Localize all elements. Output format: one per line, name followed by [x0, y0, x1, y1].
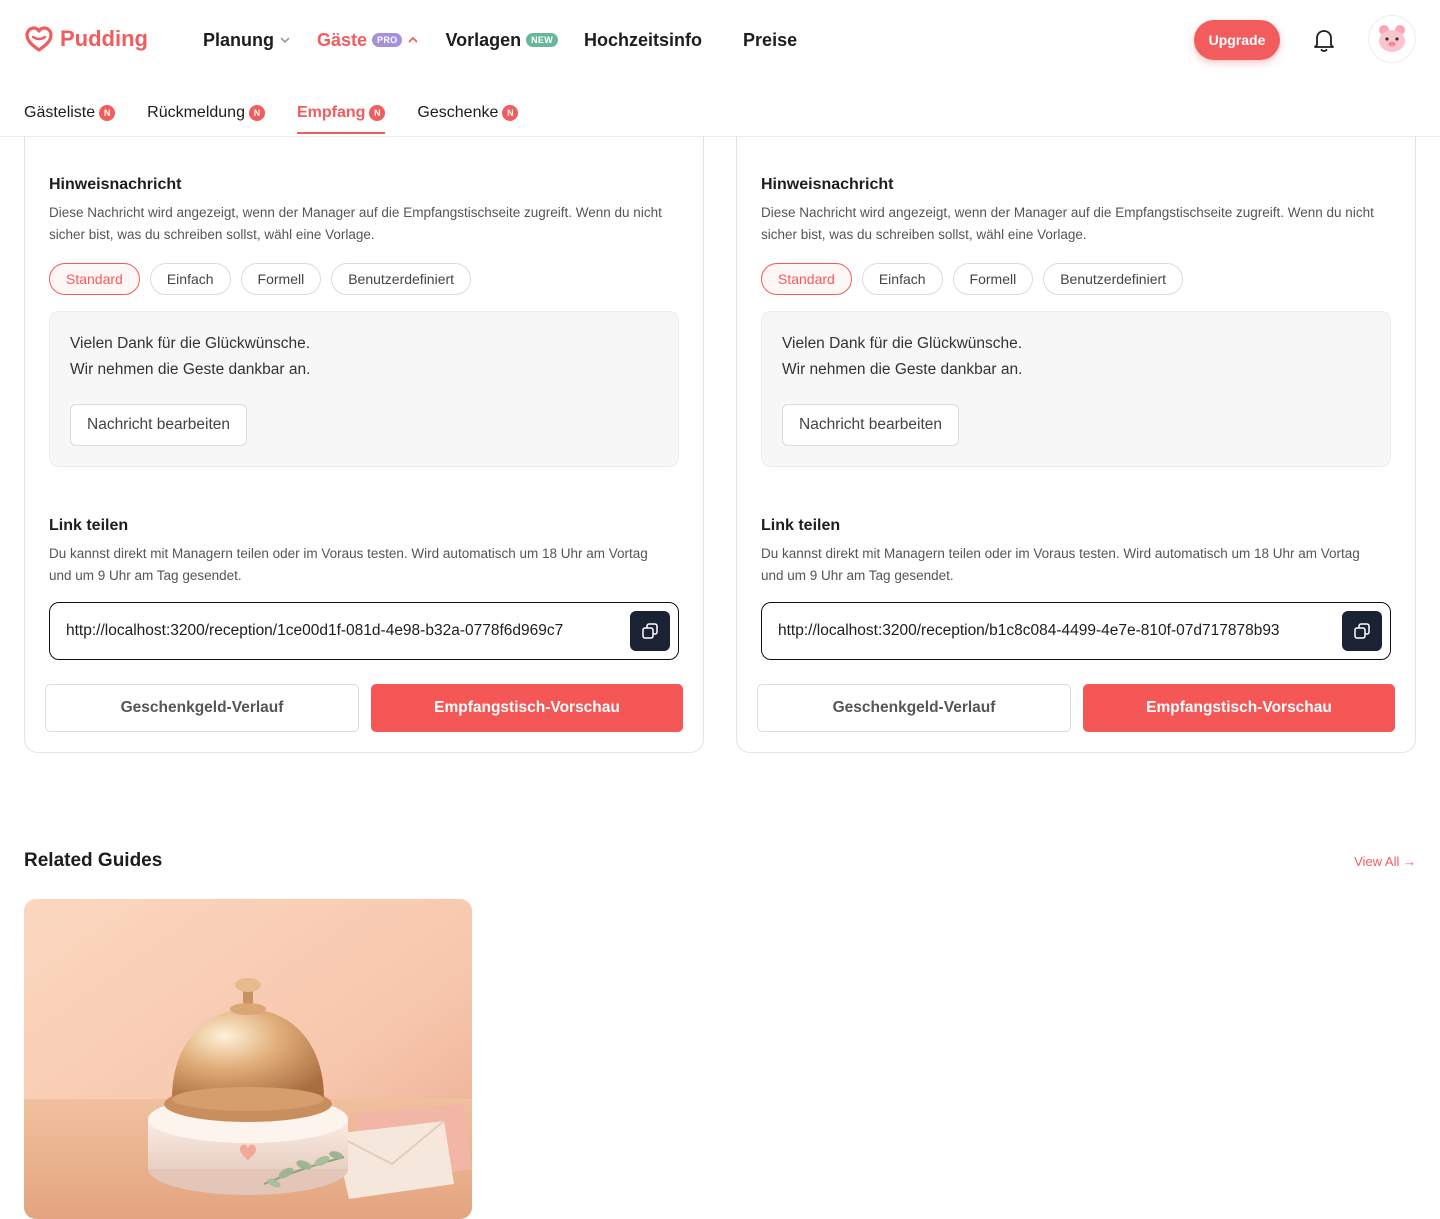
nav-item-label: Hochzeitsinfo	[584, 29, 703, 50]
heart-logo-icon	[25, 26, 53, 52]
nav-item-gaeste[interactable]: Gäste PRO	[317, 30, 419, 51]
share-link-field	[761, 602, 1391, 660]
tab-rueckmeldung[interactable]: Rückmeldung N	[147, 88, 265, 128]
bell-icon	[1314, 30, 1334, 52]
share-link-field	[49, 602, 679, 660]
template-chip-formell[interactable]: Formell	[952, 263, 1034, 295]
copy-link-button[interactable]	[630, 611, 670, 651]
template-chips: Standard Einfach Formell Benutzerdefinie…	[761, 263, 1184, 295]
chevron-down-icon	[280, 37, 290, 44]
chevron-up-icon	[409, 36, 418, 43]
template-chip-einfach[interactable]: Einfach	[861, 263, 943, 295]
new-dot-badge: N	[502, 105, 519, 121]
related-guides-title: Related Guides	[24, 850, 163, 871]
template-chip-benutzerdefiniert[interactable]: Benutzerdefiniert	[1043, 263, 1184, 295]
user-avatar[interactable]	[1368, 15, 1416, 63]
template-chip-benutzerdefiniert[interactable]: Benutzerdefiniert	[331, 263, 472, 295]
share-link-title: Link teilen	[49, 517, 129, 534]
share-link-input[interactable]	[66, 622, 621, 640]
copy-link-button[interactable]	[1342, 611, 1382, 651]
share-link-description: Du kannst direkt mit Managern teilen ode…	[49, 546, 648, 583]
notice-title: Hinweisnachricht	[761, 176, 894, 193]
new-dot-badge: N	[99, 105, 116, 121]
reception-card: Hinweisnachricht Diese Nachricht wird an…	[24, 100, 704, 753]
tab-gaesteliste[interactable]: Gästeliste N	[24, 88, 116, 128]
tab-label: Empfang	[296, 104, 366, 121]
gift-money-history-button[interactable]: Geschenkgeld-Verlauf	[45, 684, 359, 732]
share-link-title: Link teilen	[761, 517, 841, 534]
template-chip-standard[interactable]: Standard	[761, 263, 852, 295]
pro-badge: PRO	[372, 33, 403, 47]
template-chip-standard[interactable]: Standard	[49, 263, 140, 295]
notice-description: Diese Nachricht wird angezeigt, wenn der…	[49, 205, 662, 242]
tab-label: Gästeliste	[24, 104, 96, 121]
notice-description: Diese Nachricht wird angezeigt, wenn der…	[761, 205, 1374, 242]
brand-logo[interactable]: Pudding	[24, 24, 148, 54]
nav-item-vorlagen[interactable]: Vorlagen NEW	[445, 29, 559, 51]
nav-item-planung[interactable]: Planung	[203, 30, 291, 51]
tab-geschenke[interactable]: Geschenke N	[417, 88, 519, 128]
message-line: Wir nehmen die Geste dankbar an.	[70, 361, 311, 378]
message-line: Vielen Dank für die Glückwünsche.	[782, 335, 1023, 352]
tab-empfang[interactable]: Empfang N	[296, 88, 386, 134]
tab-label: Geschenke	[417, 104, 499, 121]
template-chips: Standard Einfach Formell Benutzerdefinie…	[49, 263, 472, 295]
reception-card: Hinweisnachricht Diese Nachricht wird an…	[736, 100, 1416, 753]
nav-item-label: Vorlagen	[445, 29, 522, 50]
template-chip-formell[interactable]: Formell	[240, 263, 322, 295]
copy-icon	[1354, 623, 1370, 639]
new-badge: NEW	[526, 33, 559, 47]
view-all-link[interactable]: View All →	[1354, 854, 1416, 869]
reception-preview-button[interactable]: Empfangstisch-Vorschau	[1083, 684, 1395, 732]
top-header: Pudding Planung Gäste PRO Vorlagen NEW H…	[0, 0, 1440, 137]
nav-item-label: Planung	[203, 29, 274, 50]
message-preview-box: Vielen Dank für die Glückwünsche. Wir ne…	[761, 311, 1391, 467]
sub-nav: Gästeliste N Rückmeldung N Empfang N Ges…	[24, 88, 550, 136]
copy-icon	[642, 623, 658, 639]
tab-label: Rückmeldung	[147, 104, 245, 121]
guide-card[interactable]	[24, 899, 472, 1219]
reception-preview-button[interactable]: Empfangstisch-Vorschau	[371, 684, 683, 732]
nav-item-label: Preise	[743, 29, 798, 50]
pig-avatar-icon	[1379, 25, 1405, 52]
nav-item-preise[interactable]: Preise	[743, 30, 797, 51]
share-link-description: Du kannst direkt mit Managern teilen ode…	[761, 546, 1360, 583]
edit-message-button[interactable]: Nachricht bearbeiten	[782, 404, 960, 446]
new-dot-badge: N	[248, 105, 265, 121]
brand-name: Pudding	[60, 26, 148, 51]
message-line: Wir nehmen die Geste dankbar an.	[782, 361, 1023, 378]
upgrade-button[interactable]: Upgrade	[1194, 20, 1280, 60]
main-nav: Planung Gäste PRO Vorlagen NEW Hochzeits…	[203, 26, 823, 54]
notice-title: Hinweisnachricht	[49, 176, 182, 193]
template-chip-einfach[interactable]: Einfach	[149, 263, 231, 295]
gift-money-history-button[interactable]: Geschenkgeld-Verlauf	[757, 684, 1071, 732]
edit-message-button[interactable]: Nachricht bearbeiten	[70, 404, 248, 446]
nav-item-hochzeitsinfo[interactable]: Hochzeitsinfo	[584, 30, 702, 51]
nav-item-label: Gäste	[317, 29, 368, 50]
notifications-button[interactable]	[1308, 24, 1340, 56]
message-preview-box: Vielen Dank für die Glückwünsche. Wir ne…	[49, 311, 679, 467]
message-line: Vielen Dank für die Glückwünsche.	[70, 335, 311, 352]
new-dot-badge: N	[369, 105, 386, 121]
reception-bell-illustration	[24, 899, 472, 1219]
share-link-input[interactable]	[778, 622, 1333, 640]
